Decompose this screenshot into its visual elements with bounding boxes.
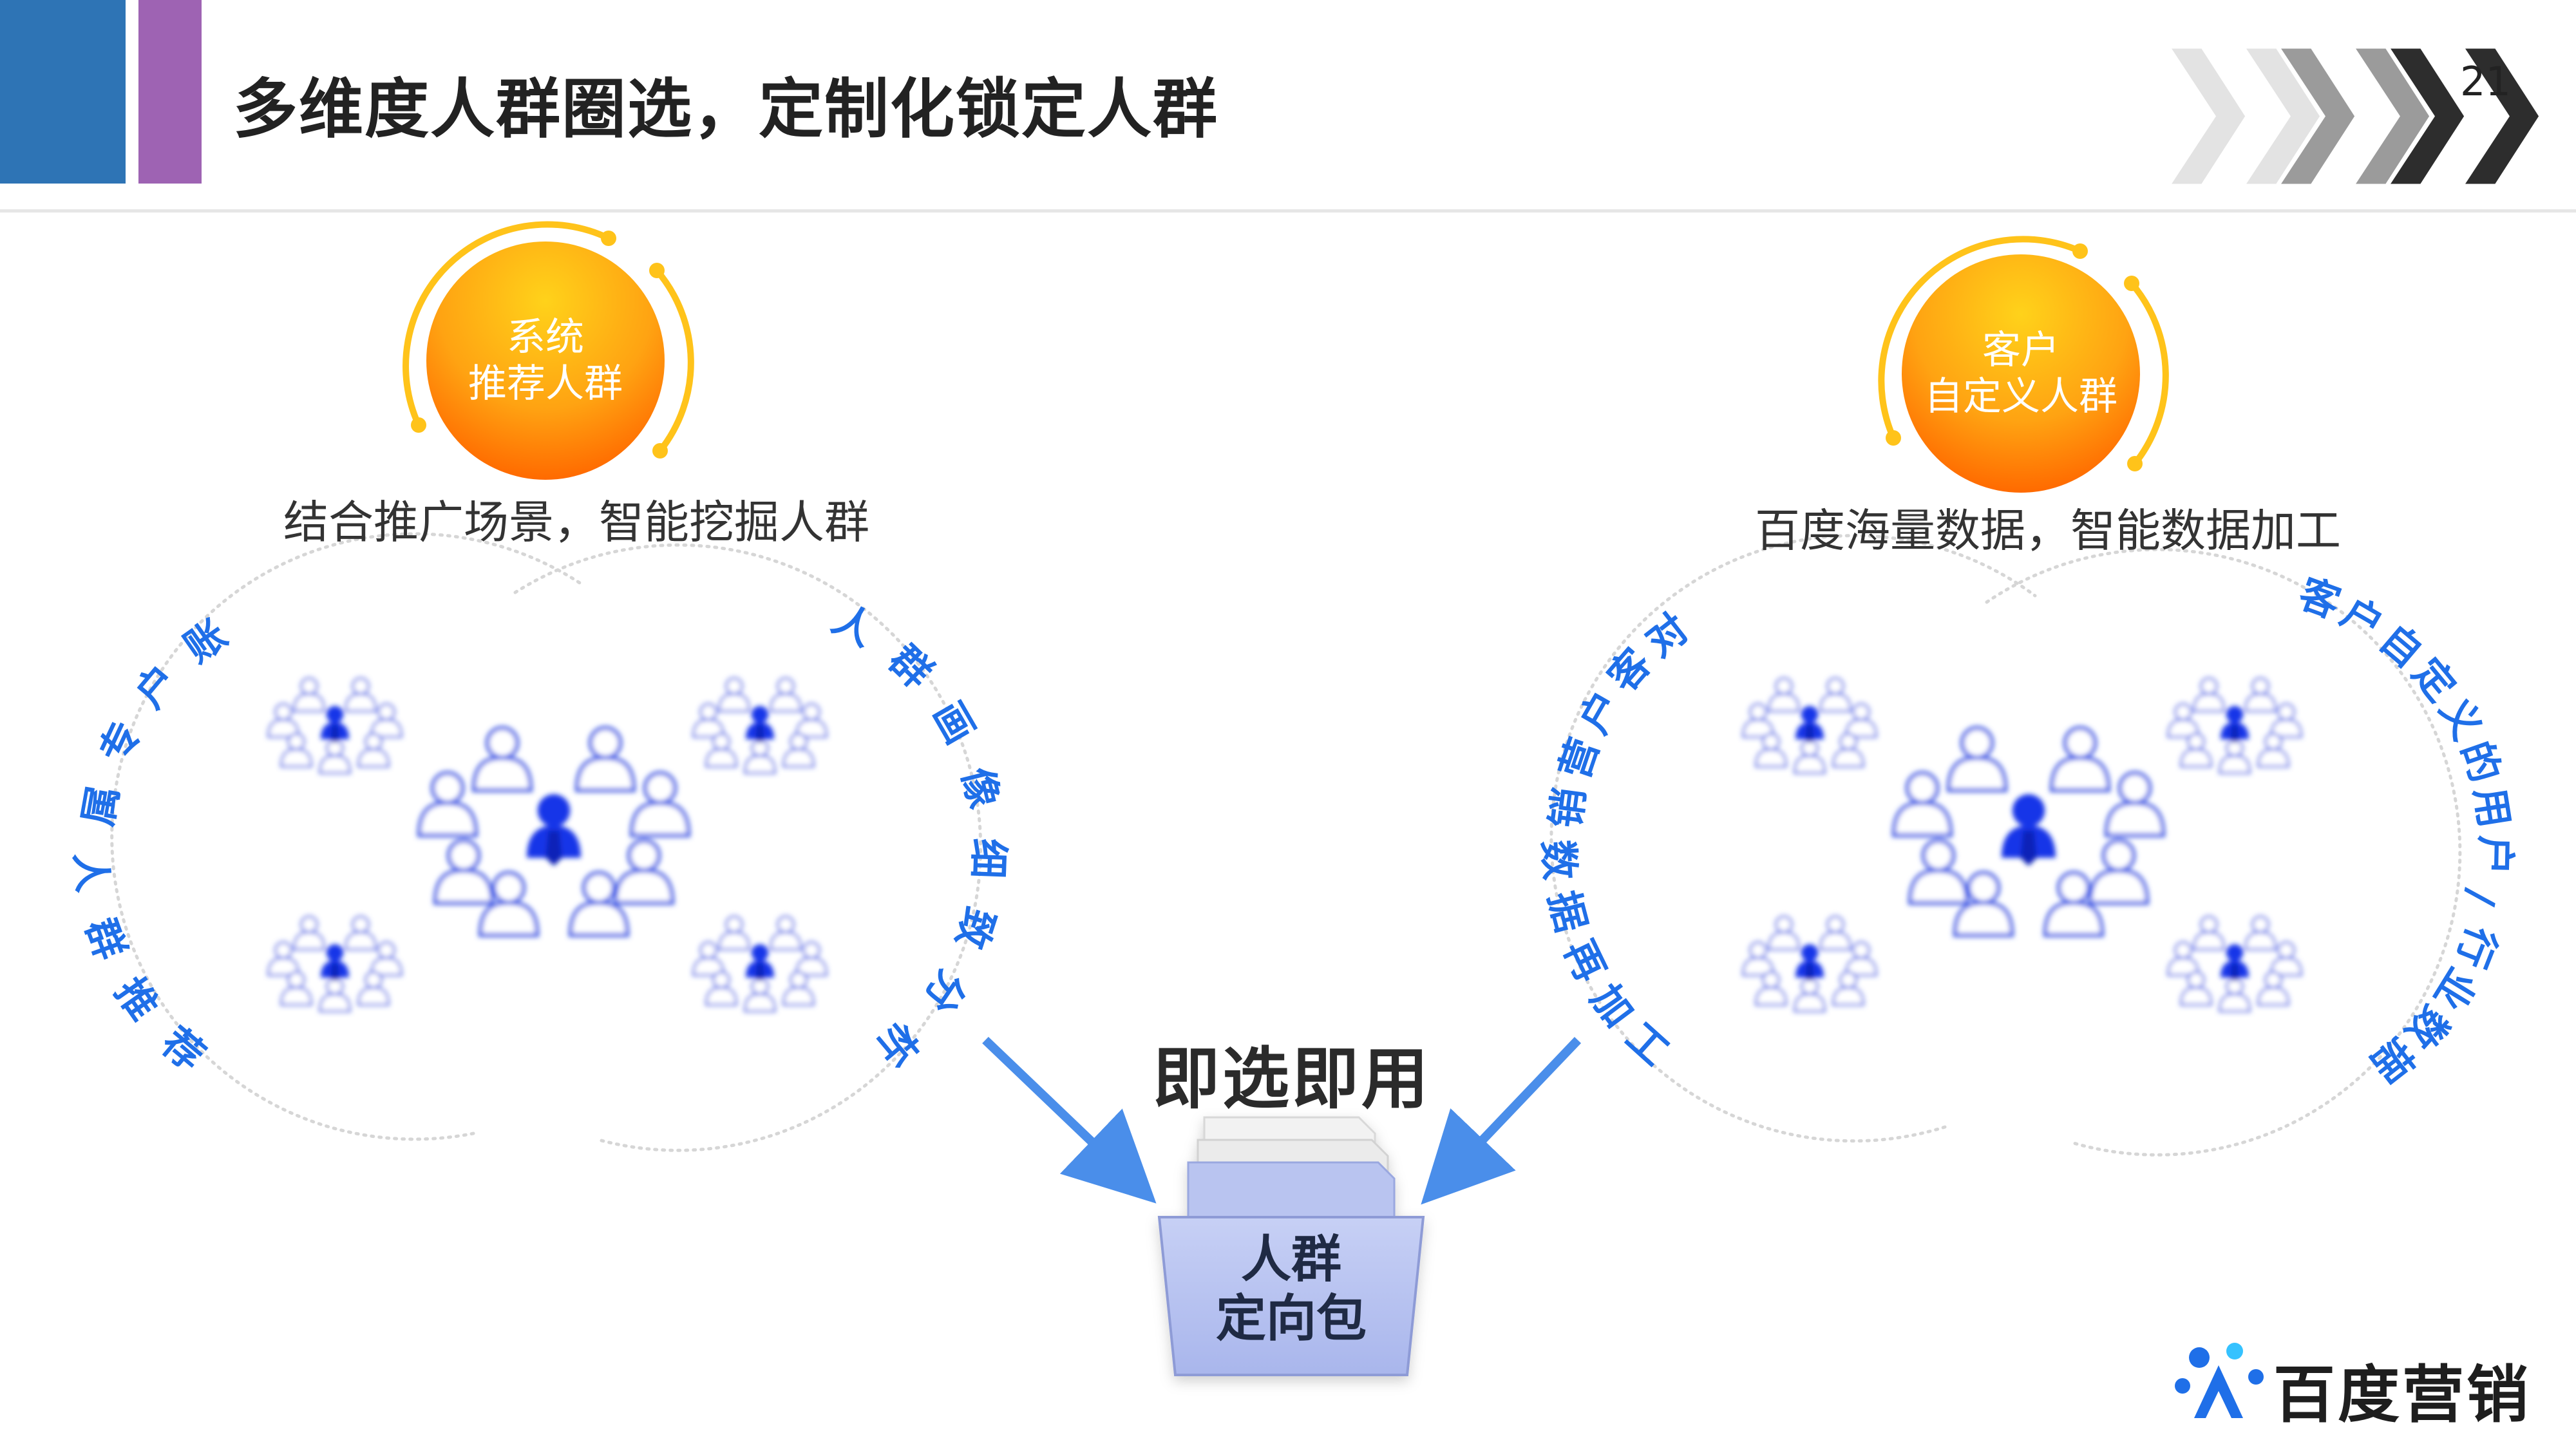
left-badge-line-2: 推荐人群 xyxy=(468,361,623,406)
right-caption: 百度海量数据，智能数据加工 xyxy=(1755,504,2341,557)
arc-char: 户 xyxy=(2471,834,2519,876)
left-arrow xyxy=(982,1036,1157,1204)
folder-label: 人群 定向包 xyxy=(1162,1230,1420,1349)
right-badge-line-1: 客户 xyxy=(1982,328,2060,373)
right-badge-line-2: 自定义人群 xyxy=(1924,374,2117,419)
arc-char: 数 xyxy=(1533,838,1584,882)
left-caption: 结合推广场景，智能挖掘人群 xyxy=(283,496,869,549)
brand-logo-icon xyxy=(2175,1343,2264,1418)
arc-char: 销 xyxy=(1541,785,1594,831)
left-badge-text: 系统 推荐人群 xyxy=(423,314,668,407)
folder-label-line-1: 人群 xyxy=(1240,1231,1341,1289)
folder-label-line-2: 定向包 xyxy=(1215,1290,1367,1348)
left-badge-line-1: 系统 xyxy=(507,315,584,360)
center-title: 即选即用 xyxy=(1153,1039,1432,1118)
arc-char: 人 xyxy=(65,850,117,895)
left-people xyxy=(269,678,826,1011)
right-badge-text: 客户 自定义人群 xyxy=(1899,327,2143,420)
arc-char: 细 xyxy=(963,837,1012,880)
right-people xyxy=(1743,678,2301,1011)
brand-name: 百度营销 xyxy=(2273,1359,2531,1431)
right-arrow xyxy=(1421,1037,1582,1205)
